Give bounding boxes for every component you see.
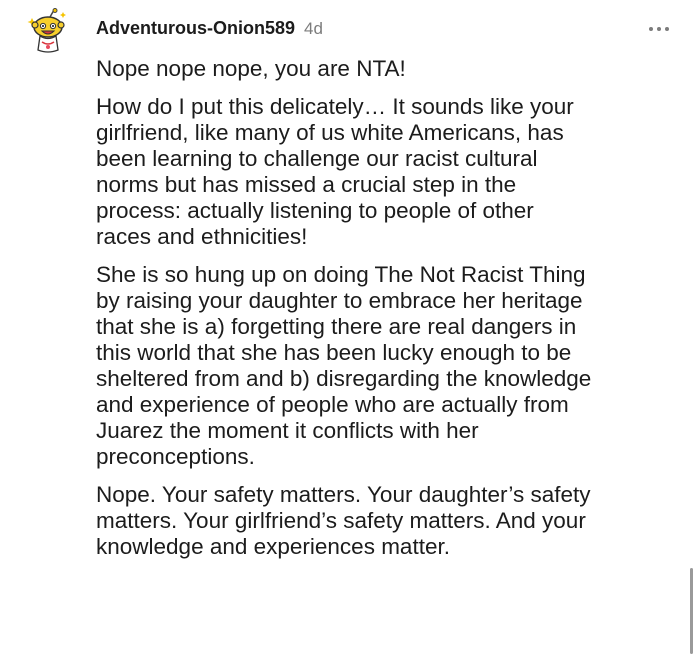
text-line: matters. Your girlfriend’s safety matter…: [96, 508, 586, 533]
text-line: girlfriend, like many of us white Americ…: [96, 120, 564, 145]
text-line: been learning to challenge our racist cu…: [96, 146, 538, 171]
text-line: races and ethnicities!: [96, 224, 308, 249]
text-line: She is so hung up on doing The Not Racis…: [96, 262, 586, 287]
scrollbar-thumb[interactable]: [690, 568, 693, 654]
comment-age: 4d: [304, 19, 323, 38]
text-line: preconceptions.: [96, 444, 255, 469]
comment-paragraph: How do I put this delicately… It sounds …: [96, 94, 678, 250]
more-options-button[interactable]: [644, 18, 674, 40]
comment-paragraph: Nope. Your safety matters. Your daughter…: [96, 482, 678, 560]
text-line: this world that she has been lucky enoug…: [96, 340, 572, 365]
comment-header: Adventurous-Onion589 4d: [96, 18, 323, 39]
text-line: How do I put this delicately… It sounds …: [96, 94, 574, 119]
comment: Adventurous-Onion589 4d Nope nope nope, …: [0, 0, 700, 657]
comment-paragraph: Nope nope nope, you are NTA!: [96, 56, 678, 82]
text-line: norms but has missed a crucial step in t…: [96, 172, 517, 197]
text-line: and experience of people who are actuall…: [96, 392, 569, 417]
comment-paragraph: She is so hung up on doing The Not Racis…: [96, 262, 678, 470]
text-line: that she is a) forgetting there are real…: [96, 314, 577, 339]
text-line: knowledge and experiences matter.: [96, 534, 450, 559]
text-line: sheltered from and b) disregarding the k…: [96, 366, 592, 391]
author-username[interactable]: Adventurous-Onion589: [96, 18, 295, 39]
snoo-avatar-icon: [27, 8, 66, 53]
comment-body: Nope nope nope, you are NTA! How do I pu…: [96, 56, 678, 572]
text-line: Nope nope nope, you are NTA!: [96, 56, 406, 81]
more-options-icon: [649, 27, 669, 31]
text-line: by raising your daughter to embrace her …: [96, 288, 583, 313]
text-line: Juarez the moment it conflicts with her: [96, 418, 479, 443]
user-avatar[interactable]: [26, 8, 72, 54]
text-line: Nope. Your safety matters. Your daughter…: [96, 482, 591, 507]
text-line: process: actually listening to people of…: [96, 198, 534, 223]
